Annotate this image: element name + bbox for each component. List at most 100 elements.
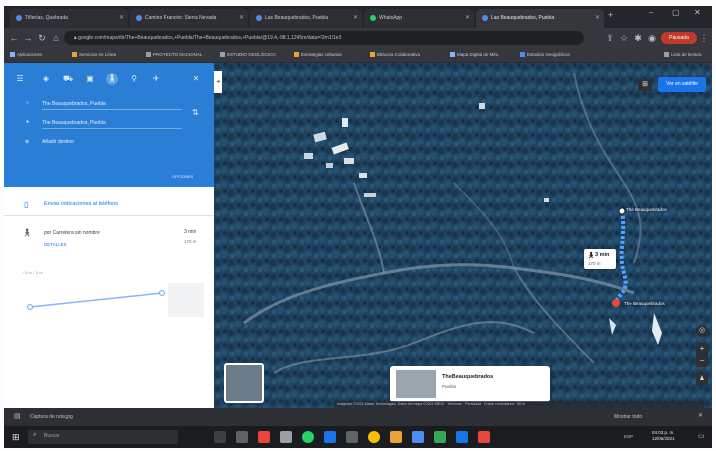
lens-icon[interactable]: ◉ — [646, 32, 658, 44]
zoom-out-button[interactable]: − — [696, 355, 708, 367]
minimize-icon[interactable]: – — [649, 8, 653, 17]
add-destination-icon[interactable]: ⊕ — [25, 138, 29, 146]
map-attribution: Imágenes ©2021 Maxar Technologies, Datos… — [334, 401, 704, 408]
place-card-subtitle: Puebla — [442, 384, 457, 389]
extensions-icon[interactable]: ✱ — [632, 32, 644, 44]
close-icon[interactable]: ✕ — [353, 9, 358, 28]
notifications-icon[interactable]: ▭ — [698, 432, 705, 440]
download-bar-close-icon[interactable]: ✕ — [698, 412, 703, 419]
divider — [4, 215, 214, 216]
bookmark-6[interactable]: Bitácora Colaborativa — [370, 50, 420, 60]
bookmark-2[interactable]: Servicios en Línea — [72, 50, 116, 60]
map-imagery — [214, 63, 712, 408]
bookmark-3[interactable]: PROYECTO NACIONAL — [146, 50, 202, 60]
destination-pin-icon: ● — [26, 119, 30, 125]
task-view-icon[interactable] — [214, 431, 226, 443]
tab-label: Las Beauquebrados, Puebla — [265, 15, 329, 21]
place-card[interactable]: TheBeauquebrados Puebla — [390, 366, 550, 402]
clock[interactable]: 04:03 p. m. 12/05/2021 — [652, 430, 675, 442]
route-callout[interactable]: 🚶︎ 3 min 170 m — [584, 249, 616, 269]
show-all-button[interactable]: Mostrar todo — [614, 414, 642, 420]
collapse-sidebar-icon[interactable]: ◂ — [214, 71, 222, 93]
whatsapp-taskbar-icon[interactable] — [302, 431, 314, 443]
place-card-title: TheBeauquebrados — [442, 374, 494, 380]
window-close-icon[interactable]: ✕ — [694, 8, 701, 17]
reload-icon[interactable]: ↻ — [36, 32, 48, 44]
bookmark-5[interactable]: Estrategias Urbanas — [294, 50, 342, 60]
mail-icon[interactable] — [324, 431, 336, 443]
tab-2[interactable]: Camino Francés: Sierra Nevada ✕ — [130, 9, 248, 28]
taskbar-app-icon[interactable] — [280, 431, 292, 443]
chrome-icon[interactable] — [368, 431, 380, 443]
tab-favicon-icon — [256, 14, 262, 21]
menu-kebab-icon[interactable]: ⋮ — [698, 32, 710, 44]
route-start-dot — [618, 207, 626, 215]
options-button[interactable]: OPCIONES — [172, 173, 193, 181]
file-app-icon[interactable] — [236, 431, 248, 443]
share-icon[interactable]: ⇪ — [604, 32, 616, 44]
phone-icon: ▯ — [24, 200, 29, 209]
taskbar-app-icon[interactable] — [346, 431, 358, 443]
close-icon[interactable]: ✕ — [465, 9, 470, 28]
folder-taskbar-icon[interactable] — [390, 431, 402, 443]
close-directions-icon[interactable]: ✕ — [190, 73, 202, 85]
best-route-icon[interactable]: ◈ — [40, 73, 52, 85]
close-icon[interactable]: ✕ — [119, 9, 124, 28]
zoom-in-button[interactable]: + — [696, 343, 708, 355]
add-destination-link[interactable]: Añadir destino — [42, 138, 74, 146]
tab-label: Camino Francés: Sierra Nevada — [145, 15, 217, 21]
tab-3[interactable]: Las Beauquebrados, Puebla ✕ — [250, 9, 362, 28]
download-filename[interactable]: Captura de ruta.jpg — [30, 414, 73, 420]
my-location-icon[interactable]: ◎ — [696, 325, 708, 337]
flight-icon[interactable]: ✈︎ — [150, 73, 162, 85]
powerpoint-icon[interactable] — [478, 431, 490, 443]
satellite-map[interactable]: ⊞ Ver en satélite The Beauquebrados The … — [214, 63, 712, 408]
maximize-icon[interactable]: ▢ — [672, 8, 680, 17]
taskbar-app-icon[interactable] — [434, 431, 446, 443]
bookmark-star-icon[interactable]: ☆ — [618, 32, 630, 44]
car-icon[interactable]: ⛟ — [62, 73, 74, 85]
layers-thumbnail[interactable] — [224, 363, 264, 403]
back-icon[interactable]: ← — [8, 32, 20, 44]
walk-mode-icon[interactable]: 🚶︎ — [106, 73, 118, 85]
new-tab-button[interactable]: + — [608, 10, 613, 20]
origin-input[interactable]: The Beauquebrados, Puebla — [42, 99, 182, 110]
bike-icon[interactable]: ⚲ — [128, 73, 140, 85]
close-icon[interactable]: ✕ — [239, 9, 244, 28]
details-link[interactable]: DETALLES — [44, 242, 67, 247]
bookmark-7[interactable]: Mapa Digital de Méx. — [450, 50, 499, 60]
home-icon[interactable]: ⌂ — [50, 32, 62, 44]
taskbar-search[interactable]: ⌕ Buscar — [28, 430, 178, 444]
language-indicator[interactable]: ESP — [624, 434, 633, 439]
url-bar[interactable]: 🔒︎ google.com/maps/dir/The+Beauquebrados… — [64, 31, 584, 45]
word-icon[interactable] — [456, 431, 468, 443]
taskbar-app-icon[interactable] — [412, 431, 424, 443]
pegman-icon[interactable]: ♟︎ — [696, 373, 708, 385]
bookmark-apps[interactable]: Aplicaciones — [10, 50, 42, 60]
satellite-view-button[interactable]: Ver en satélite — [658, 77, 706, 92]
tab-4[interactable]: WhatsApp ✕ — [364, 9, 474, 28]
tab-label: Tiñerías, Quebrada — [25, 15, 68, 21]
menu-icon[interactable]: ☰ — [14, 73, 26, 85]
elevation-chart-shade — [168, 283, 204, 317]
bookmark-4[interactable]: ESTUDIO GEOLÓGICO — [220, 50, 276, 60]
tab-5-active[interactable]: Las Beauquebrados, Puebla ✕ — [476, 9, 604, 28]
windows-start-icon[interactable]: ⊞ — [12, 431, 20, 443]
origin-dot-icon: ○ — [26, 100, 30, 106]
transit-icon[interactable]: ▣ — [84, 73, 96, 85]
reading-list[interactable]: Lista de lectura — [664, 50, 702, 60]
destination-input[interactable]: The Beauquebrados, Puebla — [42, 118, 182, 129]
bookmark-8[interactable]: Estudios Geográficos — [520, 50, 570, 60]
grid-apps-icon[interactable]: ⊞ — [638, 79, 652, 91]
acrobat-icon[interactable] — [258, 431, 270, 443]
tab-favicon-icon — [136, 14, 142, 21]
swap-icon[interactable]: ⇅ — [192, 109, 199, 117]
send-to-phone-link[interactable]: Enviar indicaciones al teléfono — [44, 201, 118, 207]
profile-button[interactable]: Pausada — [661, 32, 697, 44]
tab-favicon-icon — [482, 14, 488, 21]
forward-icon[interactable]: → — [22, 32, 34, 44]
close-icon[interactable]: ✕ — [595, 9, 600, 28]
tab-1[interactable]: Tiñerías, Quebrada ✕ — [10, 9, 128, 28]
route-via[interactable]: por Carretera sin nombre — [44, 230, 100, 236]
screen: Tiñerías, Quebrada ✕ Camino Francés: Sier… — [4, 6, 712, 448]
